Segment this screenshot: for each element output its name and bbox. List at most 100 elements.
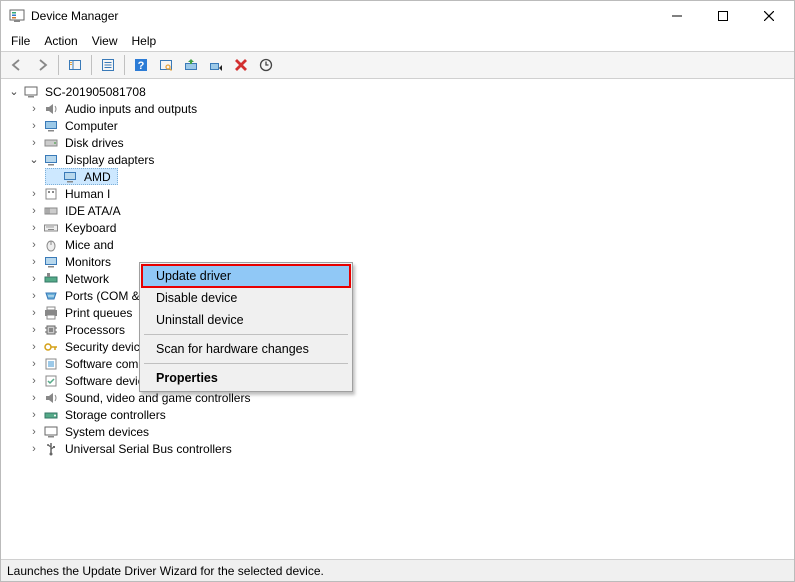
chevron-right-icon[interactable]: › — [27, 187, 41, 201]
uninstall-device-button[interactable] — [229, 54, 253, 76]
minimize-button[interactable] — [654, 1, 700, 31]
status-bar: Launches the Update Driver Wizard for th… — [1, 559, 794, 581]
context-menu: Update driver Disable device Uninstall d… — [139, 262, 353, 392]
hid-icon — [43, 186, 59, 202]
toolbar-separator — [58, 55, 59, 75]
computer-icon — [23, 84, 39, 100]
chevron-right-icon[interactable]: › — [27, 289, 41, 303]
maximize-button[interactable] — [700, 1, 746, 31]
chevron-down-icon[interactable]: ⌄ — [27, 153, 41, 167]
system-icon — [43, 424, 59, 440]
chevron-right-icon[interactable]: › — [27, 425, 41, 439]
context-menu-update-driver[interactable]: Update driver — [141, 264, 351, 288]
tree-item-hid[interactable]: ›Human I — [25, 185, 114, 202]
context-menu-uninstall-device[interactable]: Uninstall device — [142, 309, 350, 331]
software-icon — [43, 373, 59, 389]
chevron-right-icon[interactable]: › — [27, 255, 41, 269]
tree-item-computer[interactable]: ›Computer — [25, 117, 122, 134]
speaker-icon — [43, 390, 59, 406]
chevron-right-icon[interactable]: › — [27, 306, 41, 320]
context-menu-separator — [144, 363, 348, 364]
tree-root[interactable]: ⌄ SC-201905081708 — [5, 83, 150, 100]
menu-view[interactable]: View — [86, 33, 124, 49]
toolbar-separator — [91, 55, 92, 75]
monitor-icon — [43, 254, 59, 270]
keyboard-icon — [43, 220, 59, 236]
toolbar-separator — [124, 55, 125, 75]
properties-button[interactable] — [96, 54, 120, 76]
context-menu-disable-device[interactable]: Disable device — [142, 287, 350, 309]
menu-help[interactable]: Help — [126, 33, 163, 49]
chevron-right-icon[interactable]: › — [27, 323, 41, 337]
update-driver-button[interactable] — [179, 54, 203, 76]
key-icon — [43, 339, 59, 355]
display-adapter-icon — [62, 169, 78, 185]
disable-device-button[interactable] — [204, 54, 228, 76]
tree-item-monitors[interactable]: ›Monitors — [25, 253, 115, 270]
add-legacy-hardware-button[interactable] — [254, 54, 278, 76]
chevron-right-icon[interactable]: › — [27, 102, 41, 116]
menu-bar: File Action View Help — [1, 31, 794, 51]
app-icon — [9, 8, 25, 24]
tree-root-label: SC-201905081708 — [43, 85, 148, 99]
tree-item-usb[interactable]: ›Universal Serial Bus controllers — [25, 440, 236, 457]
back-button[interactable] — [5, 54, 29, 76]
context-menu-scan-hardware[interactable]: Scan for hardware changes — [142, 338, 350, 360]
menu-file[interactable]: File — [5, 33, 36, 49]
network-icon — [43, 271, 59, 287]
mouse-icon — [43, 237, 59, 253]
window-controls — [654, 1, 792, 31]
usb-icon — [43, 441, 59, 457]
tree-item-print-queues[interactable]: ›Print queues — [25, 304, 136, 321]
component-icon — [43, 356, 59, 372]
tree-item-audio[interactable]: ›Audio inputs and outputs — [25, 100, 201, 117]
device-tree[interactable]: ⌄ SC-201905081708 ›Audio inputs and outp… — [1, 79, 794, 559]
toolbar: ? — [1, 51, 794, 79]
tree-item-amd[interactable]: ›AMD — [45, 168, 118, 185]
chevron-right-icon[interactable]: › — [27, 238, 41, 252]
chevron-right-icon[interactable]: › — [27, 391, 41, 405]
ide-icon — [43, 203, 59, 219]
chevron-down-icon[interactable]: ⌄ — [7, 85, 21, 99]
tree-item-mice[interactable]: ›Mice and — [25, 236, 118, 253]
chevron-right-icon[interactable]: › — [27, 119, 41, 133]
cpu-icon — [43, 322, 59, 338]
context-menu-separator — [144, 334, 348, 335]
tree-item-storage[interactable]: ›Storage controllers — [25, 406, 170, 423]
chevron-right-icon[interactable]: › — [27, 374, 41, 388]
title-bar: Device Manager — [1, 1, 794, 31]
help-button[interactable]: ? — [129, 54, 153, 76]
chevron-right-icon[interactable]: › — [27, 221, 41, 235]
scan-hardware-button[interactable] — [154, 54, 178, 76]
chevron-right-icon[interactable]: › — [27, 272, 41, 286]
tree-item-display-adapters[interactable]: ⌄Display adapters — [25, 151, 158, 168]
chevron-right-icon[interactable]: › — [27, 136, 41, 150]
menu-action[interactable]: Action — [38, 33, 83, 49]
chevron-right-icon[interactable]: › — [27, 442, 41, 456]
speaker-icon — [43, 101, 59, 117]
context-menu-properties[interactable]: Properties — [142, 367, 350, 389]
tree-item-keyboards[interactable]: ›Keyboard — [25, 219, 120, 236]
storage-icon — [43, 407, 59, 423]
printer-icon — [43, 305, 59, 321]
tree-item-security[interactable]: ›Security devices — [25, 338, 156, 355]
window-title: Device Manager — [31, 9, 654, 23]
port-icon — [43, 288, 59, 304]
tree-item-ide[interactable]: ›IDE ATA/A — [25, 202, 125, 219]
tree-item-disk-drives[interactable]: ›Disk drives — [25, 134, 128, 151]
tree-item-processors[interactable]: ›Processors — [25, 321, 129, 338]
tree-item-system[interactable]: ›System devices — [25, 423, 153, 440]
chevron-right-icon[interactable]: › — [27, 357, 41, 371]
monitor-icon — [43, 118, 59, 134]
display-adapter-icon — [43, 152, 59, 168]
svg-text:?: ? — [138, 60, 145, 72]
show-hide-console-button[interactable] — [63, 54, 87, 76]
close-button[interactable] — [746, 1, 792, 31]
forward-button[interactable] — [30, 54, 54, 76]
chevron-right-icon[interactable]: › — [27, 340, 41, 354]
chevron-right-icon[interactable]: › — [27, 204, 41, 218]
drive-icon — [43, 135, 59, 151]
status-text: Launches the Update Driver Wizard for th… — [7, 564, 324, 578]
tree-item-network[interactable]: ›Network — [25, 270, 113, 287]
chevron-right-icon[interactable]: › — [27, 408, 41, 422]
